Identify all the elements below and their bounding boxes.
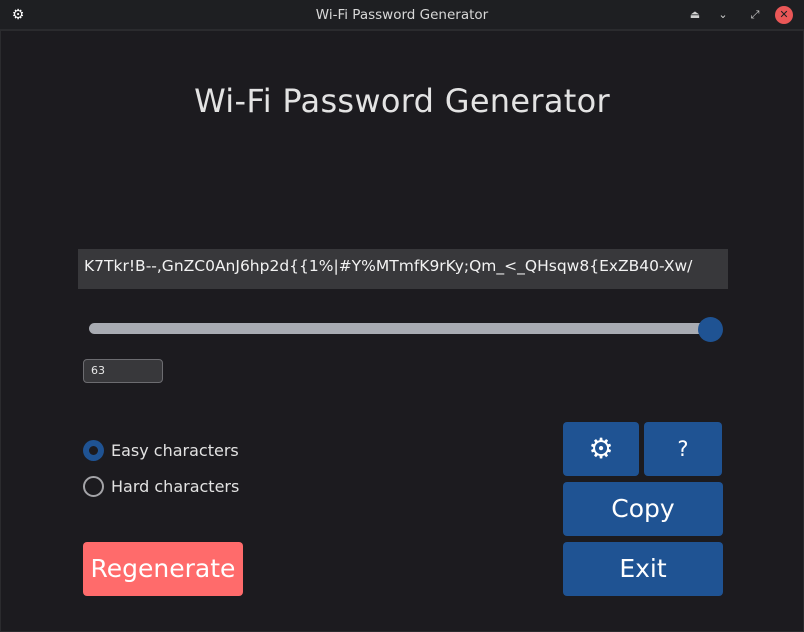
length-slider-track[interactable] <box>89 323 715 334</box>
maximize-icon[interactable]: ⤢ <box>746 6 764 24</box>
length-slider-thumb[interactable] <box>698 317 723 342</box>
window-title: Wi-Fi Password Generator <box>315 7 489 23</box>
hard-characters-label: Hard characters <box>111 476 240 496</box>
easy-characters-option[interactable]: Easy characters <box>83 439 239 461</box>
settings-gear-icon: ⚙ <box>588 432 614 465</box>
radio-easy-selected[interactable] <box>83 439 104 461</box>
length-value-field[interactable]: 63 <box>83 359 163 383</box>
exit-button[interactable]: Exit <box>563 542 723 596</box>
regenerate-button[interactable]: Regenerate <box>83 542 243 596</box>
easy-characters-label: Easy characters <box>111 440 239 460</box>
help-button[interactable]: ? <box>644 422 722 476</box>
radio-hard-unselected[interactable] <box>83 475 104 497</box>
settings-button[interactable]: ⚙ <box>563 422 639 476</box>
password-field[interactable]: K7Tkr!B--,GnZC0AnJ6hp2d{{1%|#Y%MTmfK9rKy… <box>78 249 728 289</box>
minimize-icon[interactable]: ⏏ <box>686 6 704 24</box>
chevron-down-icon[interactable]: ⌄ <box>714 6 732 24</box>
copy-button[interactable]: Copy <box>563 482 723 536</box>
title-bar: ⚙ Wi-Fi Password Generator ⏏ ⌄ ⤢ ✕ <box>0 0 804 30</box>
page-title: Wi-Fi Password Generator <box>194 82 610 120</box>
hard-characters-option[interactable]: Hard characters <box>83 475 239 497</box>
close-icon[interactable]: ✕ <box>775 6 793 24</box>
